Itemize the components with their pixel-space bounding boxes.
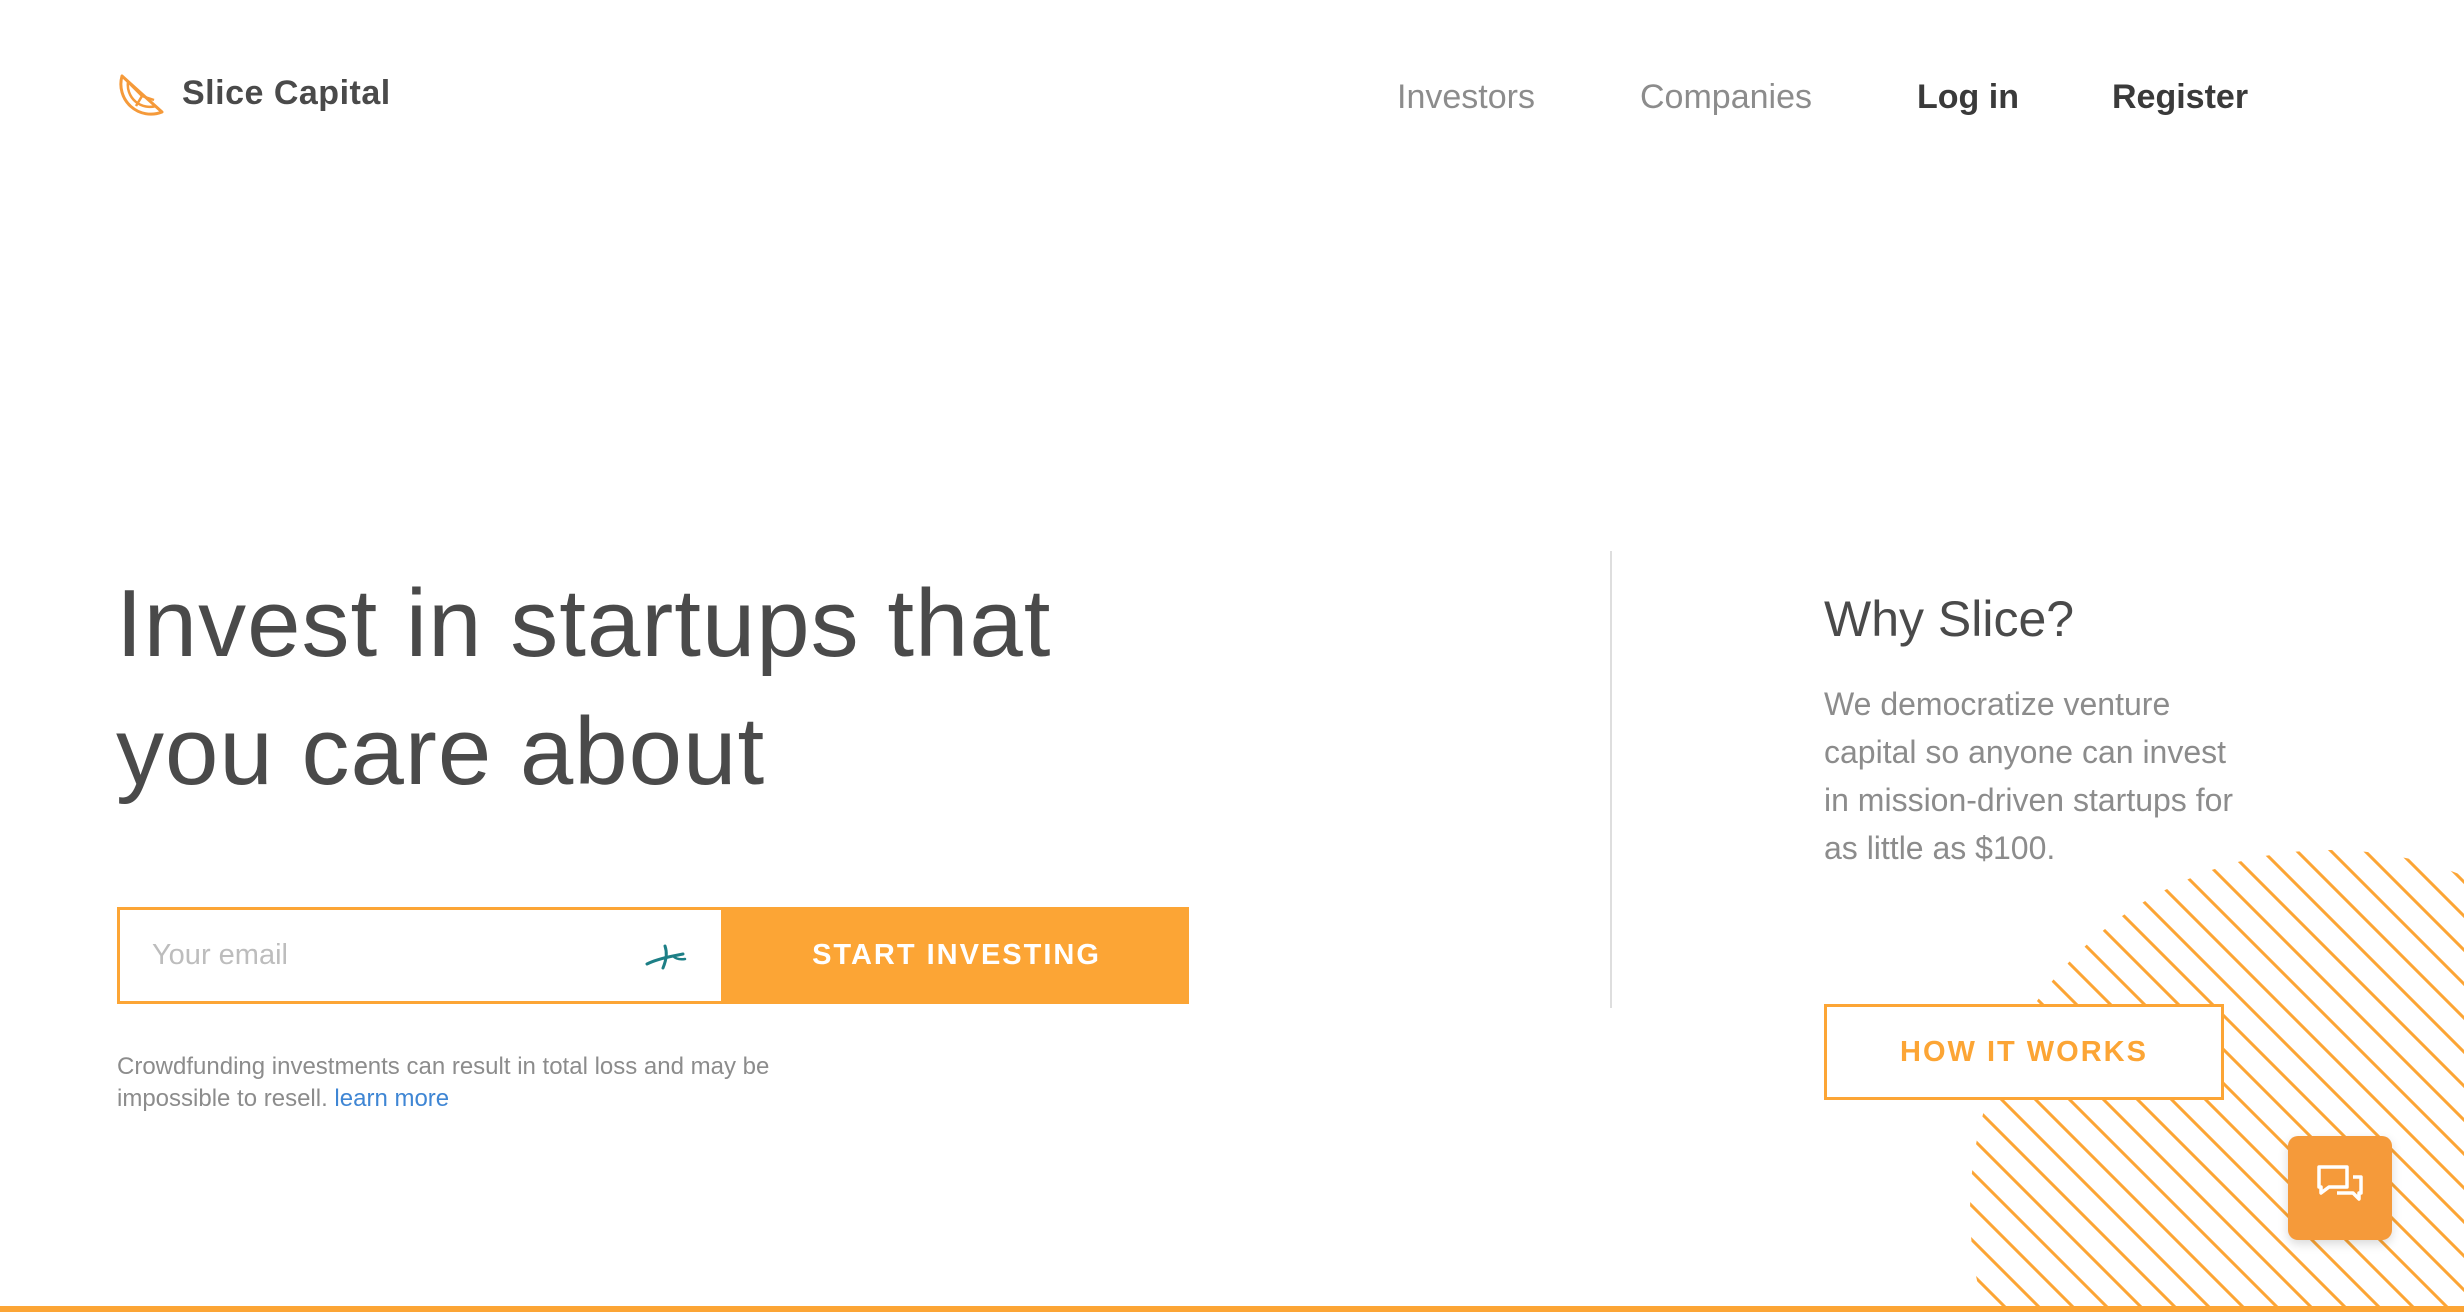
start-investing-button[interactable]: START INVESTING xyxy=(724,907,1189,1004)
hero-title-line2: you care about xyxy=(116,698,766,805)
bottom-accent-bar xyxy=(0,1306,2464,1312)
nav-register[interactable]: Register xyxy=(2112,78,2248,117)
signup-form: START INVESTING xyxy=(117,907,1189,1004)
email-field-wrapper xyxy=(117,907,724,1004)
vertical-divider xyxy=(1610,551,1612,1008)
main-nav: Investors Companies Log in Register xyxy=(0,78,2464,128)
nav-companies[interactable]: Companies xyxy=(1640,78,1812,117)
why-slice-text: We democratize venture capital so anyone… xyxy=(1824,686,2234,866)
why-slice-title: Why Slice? xyxy=(1824,591,2075,647)
landing-page: Slice Capital Investors Companies Log in… xyxy=(0,0,2464,1312)
chat-bubbles-icon xyxy=(2317,1165,2363,1201)
disclaimer: Crowdfunding investments can result in t… xyxy=(117,1051,837,1115)
chat-button[interactable] xyxy=(2288,1136,2392,1240)
learn-more-link[interactable]: learn more xyxy=(334,1085,449,1112)
email-input[interactable] xyxy=(120,910,721,1001)
stripe-line xyxy=(2318,850,2464,1312)
hero-title-line1: Invest in startups that xyxy=(116,570,1052,677)
nav-login[interactable]: Log in xyxy=(1917,78,2019,117)
nav-investors[interactable]: Investors xyxy=(1397,78,1535,117)
hero-title: Invest in startups that you care about xyxy=(116,560,1316,816)
how-it-works-button[interactable]: HOW IT WORKS xyxy=(1824,1004,2224,1100)
password-manager-icon[interactable] xyxy=(645,942,687,972)
